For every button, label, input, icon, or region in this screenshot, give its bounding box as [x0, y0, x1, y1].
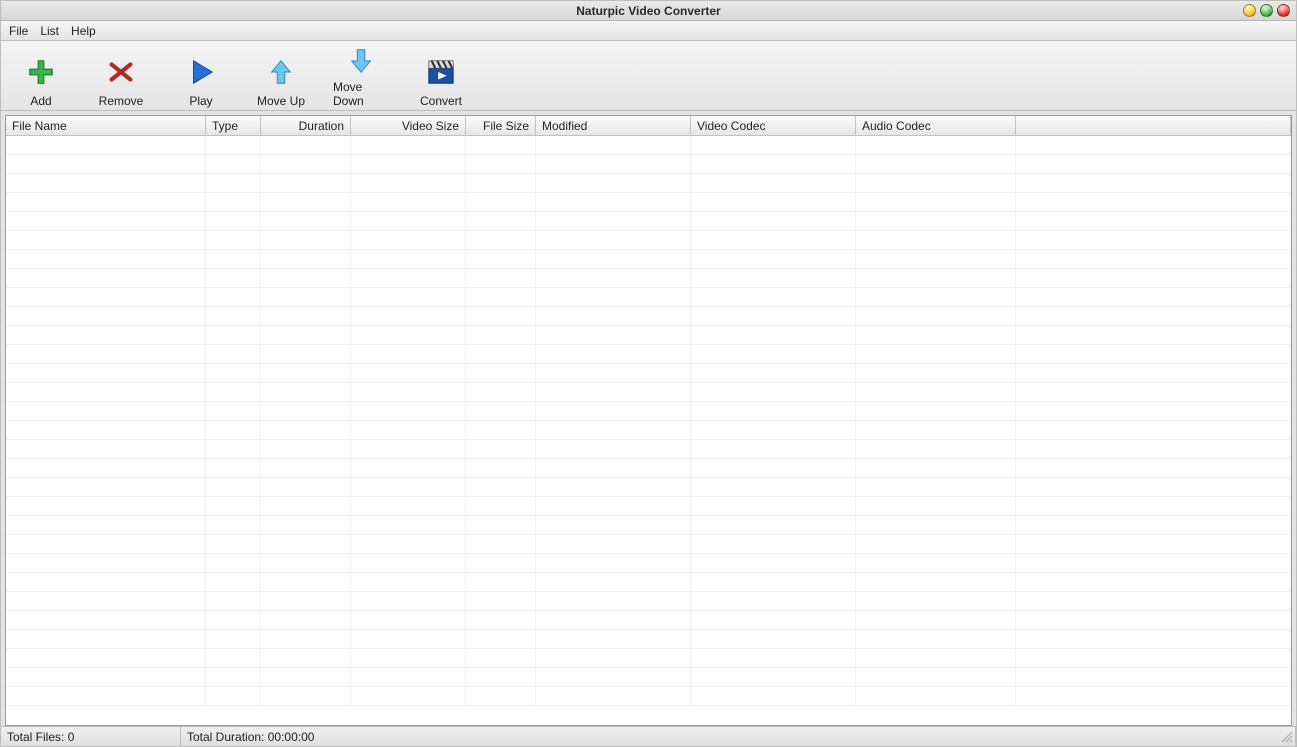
maximize-button[interactable] — [1260, 4, 1273, 17]
app-window: Naturpic Video Converter File List Help … — [0, 0, 1297, 747]
menu-list[interactable]: List — [40, 24, 59, 38]
column-header-file-name[interactable]: File Name — [6, 116, 206, 135]
table-row — [6, 478, 1291, 497]
table-row — [6, 440, 1291, 459]
menu-help[interactable]: Help — [71, 24, 96, 38]
play-button[interactable]: Play — [173, 46, 229, 108]
column-header-audio-codec[interactable]: Audio Codec — [856, 116, 1016, 135]
table-row — [6, 668, 1291, 687]
move-down-button[interactable]: Move Down — [333, 46, 389, 108]
remove-label: Remove — [99, 94, 144, 108]
table-row — [6, 250, 1291, 269]
table-row — [6, 155, 1291, 174]
plus-icon — [26, 54, 56, 90]
table-row — [6, 687, 1291, 706]
toolbar: Add Remove Play Move Up Move Down — [1, 41, 1296, 111]
remove-button[interactable]: Remove — [93, 46, 149, 108]
table-row — [6, 630, 1291, 649]
close-button[interactable] — [1277, 4, 1290, 17]
file-list: File NameTypeDurationVideo SizeFile Size… — [5, 115, 1292, 726]
column-header-type[interactable]: Type — [206, 116, 261, 135]
total-files-label: Total Files: — [7, 730, 64, 744]
table-row — [6, 592, 1291, 611]
table-row — [6, 573, 1291, 592]
table-row — [6, 174, 1291, 193]
table-row — [6, 231, 1291, 250]
x-icon — [106, 54, 136, 90]
arrow-down-icon — [346, 46, 376, 76]
total-duration-label: Total Duration: — [187, 730, 264, 744]
resize-grip-icon[interactable] — [1280, 730, 1294, 744]
table-row — [6, 269, 1291, 288]
window-title: Naturpic Video Converter — [1, 4, 1296, 18]
convert-button[interactable]: Convert — [413, 46, 469, 108]
title-bar: Naturpic Video Converter — [1, 1, 1296, 21]
convert-label: Convert — [420, 94, 462, 108]
column-header-modified[interactable]: Modified — [536, 116, 691, 135]
status-total-duration: Total Duration: 00:00:00 — [181, 727, 1296, 746]
table-row — [6, 364, 1291, 383]
move-down-label: Move Down — [333, 80, 389, 108]
table-row — [6, 402, 1291, 421]
add-label: Add — [30, 94, 51, 108]
table-row — [6, 554, 1291, 573]
table-row — [6, 288, 1291, 307]
table-row — [6, 611, 1291, 630]
table-row — [6, 383, 1291, 402]
table-row — [6, 193, 1291, 212]
status-total-files: Total Files: 0 — [1, 727, 181, 746]
column-header-file-size[interactable]: File Size — [466, 116, 536, 135]
table-row — [6, 421, 1291, 440]
menu-bar: File List Help — [1, 21, 1296, 41]
table-row — [6, 649, 1291, 668]
clapperboard-icon — [426, 54, 456, 90]
play-icon — [186, 54, 216, 90]
table-row — [6, 497, 1291, 516]
move-up-button[interactable]: Move Up — [253, 46, 309, 108]
menu-file[interactable]: File — [9, 24, 28, 38]
column-headers: File NameTypeDurationVideo SizeFile Size… — [6, 116, 1291, 136]
total-files-value: 0 — [68, 730, 75, 744]
column-header-video-size[interactable]: Video Size — [351, 116, 466, 135]
table-row — [6, 345, 1291, 364]
table-row — [6, 307, 1291, 326]
table-row — [6, 136, 1291, 155]
table-row — [6, 516, 1291, 535]
window-controls — [1243, 4, 1290, 17]
table-row — [6, 535, 1291, 554]
table-row — [6, 326, 1291, 345]
table-row — [6, 212, 1291, 231]
minimize-button[interactable] — [1243, 4, 1256, 17]
move-up-label: Move Up — [257, 94, 305, 108]
list-rows — [6, 136, 1291, 725]
column-header-video-codec[interactable]: Video Codec — [691, 116, 856, 135]
total-duration-value: 00:00:00 — [268, 730, 315, 744]
play-label: Play — [189, 94, 212, 108]
status-bar: Total Files: 0 Total Duration: 00:00:00 — [1, 726, 1296, 746]
table-row — [6, 459, 1291, 478]
column-header-spacer[interactable] — [1016, 116, 1291, 135]
add-button[interactable]: Add — [13, 46, 69, 108]
column-header-duration[interactable]: Duration — [261, 116, 351, 135]
arrow-up-icon — [266, 54, 296, 90]
